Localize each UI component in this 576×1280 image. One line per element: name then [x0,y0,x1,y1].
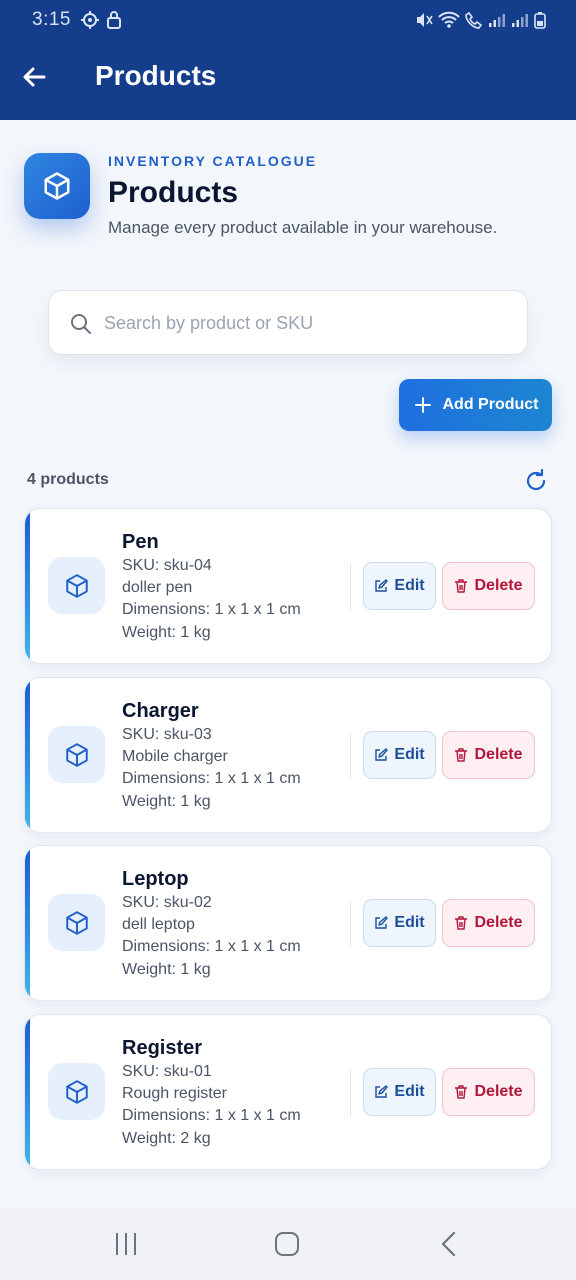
card-divider [350,563,351,611]
product-description: doller pen [122,579,193,596]
signal-icon [489,14,505,27]
card-divider [350,1069,351,1117]
product-weight: Weight: 1 kg [122,961,211,978]
product-count: 4 products [27,471,109,488]
product-thumbnail [48,1063,105,1120]
product-dimensions: Dimensions: 1 x 1 x 1 cm [122,1107,301,1124]
edit-button[interactable]: Edit [363,562,436,610]
header-badge [24,153,90,219]
cube-icon [65,742,88,767]
add-product-button[interactable]: Add Product [399,379,552,431]
delete-label: Delete [474,1083,523,1100]
wifi-icon [438,11,460,28]
product-sku: SKU: sku-02 [122,894,212,911]
product-dimensions: Dimensions: 1 x 1 x 1 cm [122,938,301,955]
edit-icon [375,1085,389,1098]
product-sku: SKU: sku-01 [122,1063,212,1080]
product-description: dell leptop [122,916,195,933]
edit-label: Edit [394,914,425,931]
mute-icon [417,13,433,27]
app-bar-title: Products [95,60,217,91]
product-dimensions: Dimensions: 1 x 1 x 1 cm [122,770,301,787]
product-sku: SKU: sku-03 [122,726,212,743]
search-input[interactable] [104,307,504,339]
status-bar: 3:15 [0,0,576,42]
trash-icon [455,916,468,930]
search-icon [71,314,91,334]
edit-icon [375,916,389,929]
edit-button[interactable]: Edit [363,731,436,779]
product-thumbnail [48,726,105,783]
refresh-icon [526,468,546,491]
product-card: Pen SKU: sku-04 doller pen Dimensions: 1… [24,508,552,664]
edit-label: Edit [394,1083,425,1100]
product-name: Pen [122,531,159,553]
lock-status-icon [107,11,121,29]
delete-button[interactable]: Delete [442,731,535,779]
trash-icon [455,579,468,593]
product-description: Rough register [122,1085,227,1102]
product-thumbnail [48,894,105,951]
trash-icon [455,1085,468,1099]
trash-icon [455,748,468,762]
delete-button[interactable]: Delete [442,1068,535,1116]
signal-icon-2 [512,14,528,27]
product-description: Mobile charger [122,748,228,765]
back-nav-icon[interactable] [436,1230,462,1258]
card-accent-stripe [25,678,30,832]
delete-label: Delete [474,577,523,594]
cube-icon [65,573,88,598]
product-thumbnail [48,557,105,614]
system-nav-bar [0,1208,576,1280]
product-card: Leptop SKU: sku-02 dell leptop Dimension… [24,845,552,1001]
page-eyebrow: INVENTORY CATALOGUE [108,153,318,169]
card-accent-stripe [25,846,30,1000]
cube-icon [44,172,70,200]
search-box [48,290,528,355]
page-title: Products [108,176,239,209]
battery-icon [534,12,546,29]
edit-icon [375,748,389,761]
home-icon[interactable] [274,1230,300,1258]
product-name: Leptop [122,868,189,890]
delete-button[interactable]: Delete [442,562,535,610]
delete-button[interactable]: Delete [442,899,535,947]
card-divider [350,900,351,948]
recent-apps-icon[interactable] [113,1230,139,1258]
product-weight: Weight: 1 kg [122,624,211,641]
product-card: Register SKU: sku-01 Rough register Dime… [24,1014,552,1170]
card-divider [350,732,351,780]
edit-button[interactable]: Edit [363,1068,436,1116]
delete-label: Delete [474,746,523,763]
product-name: Charger [122,700,199,722]
add-product-label: Add Product [442,396,539,413]
product-weight: Weight: 1 kg [122,793,211,810]
delete-label: Delete [474,914,523,931]
product-dimensions: Dimensions: 1 x 1 x 1 cm [122,601,301,618]
back-button[interactable] [20,62,50,92]
refresh-button[interactable] [523,468,549,494]
call-icon [465,11,483,29]
product-sku: SKU: sku-04 [122,557,212,574]
product-weight: Weight: 2 kg [122,1130,211,1147]
edit-button[interactable]: Edit [363,899,436,947]
app-bar: 3:15 Products [0,0,576,120]
card-accent-stripe [25,509,30,663]
card-accent-stripe [25,1015,30,1169]
settings-status-icon [81,11,99,29]
cube-icon [65,1079,88,1104]
product-card: Charger SKU: sku-03 Mobile charger Dimen… [24,677,552,833]
edit-label: Edit [394,577,425,594]
page-subtitle: Manage every product available in your w… [108,218,498,237]
status-time: 3:15 [32,9,71,30]
product-name: Register [122,1037,203,1059]
cube-icon [65,910,88,935]
arrow-left-icon [23,67,46,87]
edit-icon [375,579,389,592]
edit-label: Edit [394,746,425,763]
plus-icon [414,397,431,413]
